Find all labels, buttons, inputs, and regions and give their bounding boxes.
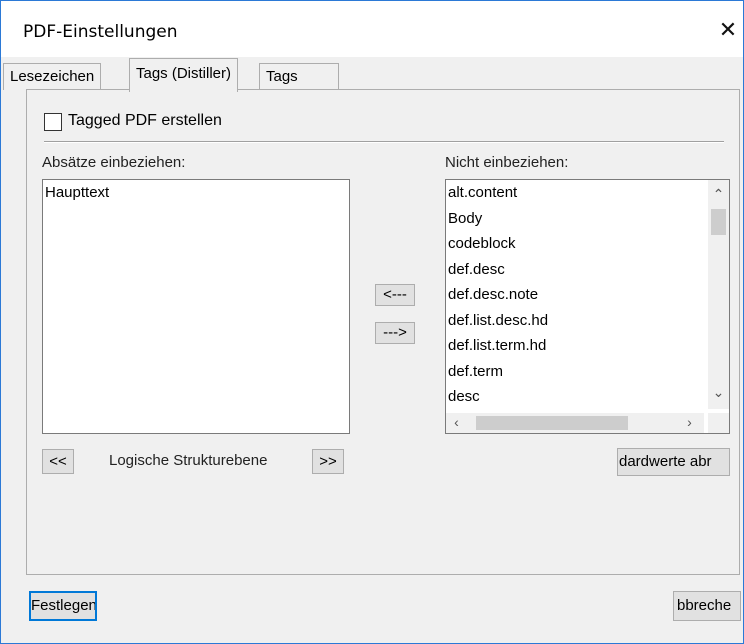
list-item[interactable]: def.list.desc.hd xyxy=(446,308,704,334)
list-item[interactable]: def.desc xyxy=(446,257,704,283)
list-item[interactable]: Haupttext xyxy=(43,180,349,206)
move-right-button[interactable]: ---> xyxy=(375,322,415,344)
tab-lesezeichen[interactable]: Lesezeichen xyxy=(3,63,102,90)
list-item[interactable]: def.list.term.hd xyxy=(446,333,704,359)
tagged-pdf-label: Tagged PDF erstellen xyxy=(68,112,222,129)
list-item[interactable]: desc xyxy=(446,384,704,410)
level-label: Logische Strukturebene xyxy=(109,452,268,469)
exclude-listbox[interactable]: alt.content Body codeblock def.desc def.… xyxy=(445,179,730,434)
tags-distiller-panel: Tagged PDF erstellen Absätze einbeziehen… xyxy=(26,89,740,575)
move-left-button[interactable]: <--- xyxy=(375,284,415,306)
ok-button[interactable]: Festlegen xyxy=(29,591,97,621)
vertical-scroll-thumb[interactable] xyxy=(711,209,726,235)
tab-tags[interactable]: Tags xyxy=(259,63,339,90)
scroll-down-icon[interactable]: ⌄ xyxy=(708,384,729,401)
list-item[interactable]: codeblock xyxy=(446,231,704,257)
level-down-button[interactable]: << xyxy=(42,449,74,474)
dialog-title: PDF-Einstellungen xyxy=(23,22,178,42)
title-bar: PDF-Einstellungen ✕ xyxy=(1,1,743,57)
scroll-up-icon[interactable]: ⌃ xyxy=(708,186,729,203)
defaults-button[interactable]: dardwerte abr xyxy=(617,448,730,476)
tagged-pdf-checkbox[interactable] xyxy=(44,113,62,131)
close-icon[interactable]: ✕ xyxy=(713,15,743,45)
exclude-list-label: Nicht einbeziehen: xyxy=(445,154,569,171)
pdf-settings-dialog: PDF-Einstellungen ✕ Lesezeichen Tags (Di… xyxy=(0,0,744,644)
scrollbar-corner xyxy=(708,413,729,433)
horizontal-scroll-thumb[interactable] xyxy=(476,416,628,430)
list-item[interactable]: Body xyxy=(446,206,704,232)
cancel-button[interactable]: bbreche xyxy=(673,591,741,621)
horizontal-scrollbar[interactable]: ‹ › xyxy=(446,413,704,433)
list-item[interactable]: def.desc.note xyxy=(446,282,704,308)
tab-strip: Lesezeichen Tags (Distiller) Tags xyxy=(1,57,743,92)
vertical-scrollbar[interactable]: ⌃ ⌄ xyxy=(708,180,729,409)
tab-tags-distiller[interactable]: Tags (Distiller) xyxy=(129,58,239,92)
divider xyxy=(44,141,724,142)
scroll-left-icon[interactable]: ‹ xyxy=(446,414,467,430)
list-item[interactable]: alt.content xyxy=(446,180,704,206)
include-listbox[interactable]: Haupttext xyxy=(42,179,350,434)
scroll-right-icon[interactable]: › xyxy=(679,414,700,430)
list-item[interactable]: def.term xyxy=(446,359,704,385)
level-up-button[interactable]: >> xyxy=(312,449,344,474)
include-list-label: Absätze einbeziehen: xyxy=(42,154,186,171)
